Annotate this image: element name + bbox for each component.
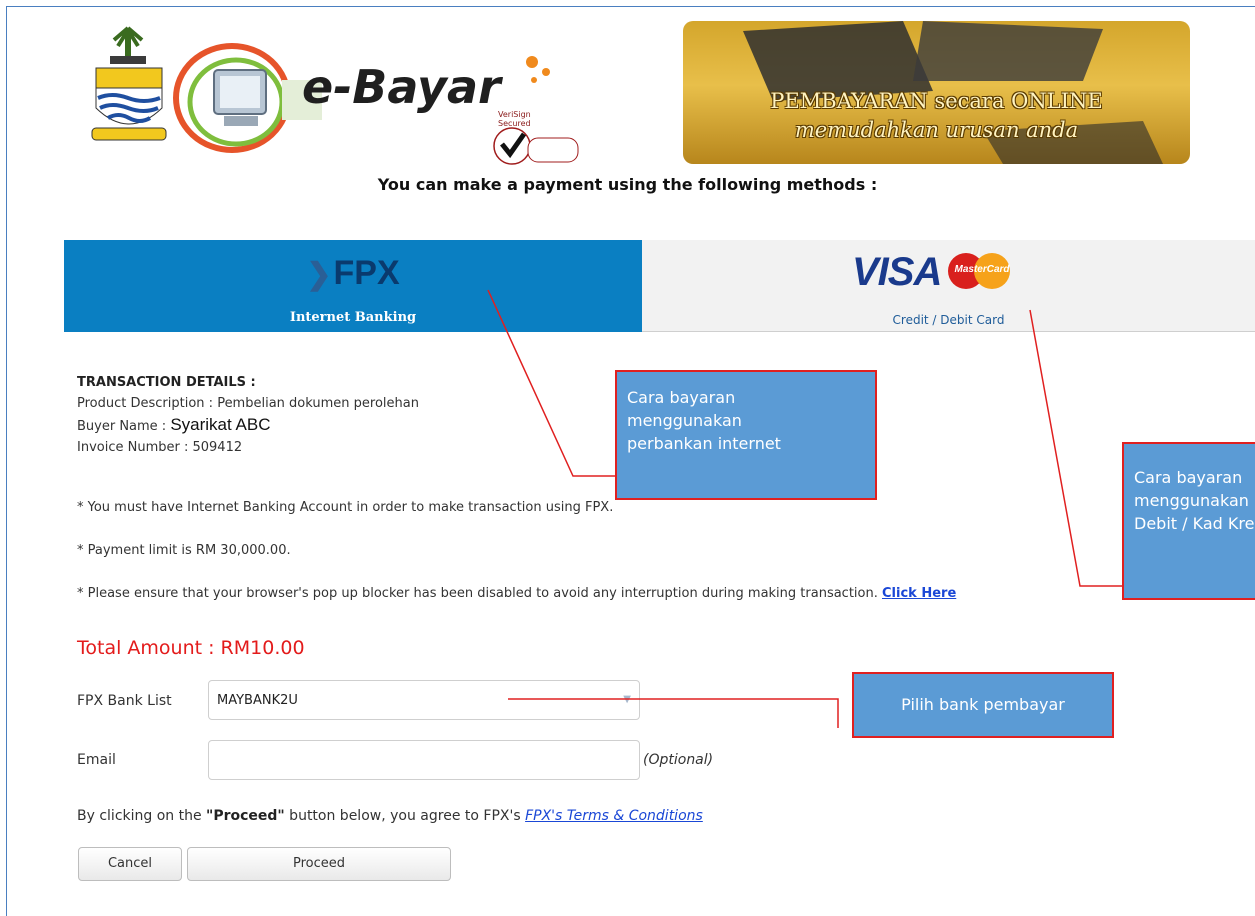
terms-agreement-text: By clicking on the "Proceed" button belo…	[77, 808, 703, 824]
agree-proceed-word: "Proceed"	[206, 808, 285, 824]
fpx-logo-text: FPX	[333, 254, 400, 292]
terms-conditions-link[interactable]: FPX's Terms & Conditions	[525, 808, 703, 824]
penang-crest-logo	[91, 26, 167, 141]
callout-card-line-2: menggunakan Kad	[1134, 491, 1255, 510]
note-payment-limit: * Payment limit is RM 30,000.00.	[77, 543, 291, 558]
invoice-number-row: Invoice Number : 509412	[77, 437, 419, 458]
bank-select-value: MAYBANK2U	[217, 693, 298, 708]
header-banner: PEMBAYARAN secara ONLINE memudahkan urus…	[683, 21, 1190, 164]
buyer-name-value: Syarikat ABC	[170, 415, 271, 434]
callout-fpx-line-2: menggunakan	[627, 411, 742, 430]
callout-fpx-line-3: perbankan internet	[627, 434, 781, 453]
visa-logo: VISA	[852, 250, 942, 294]
email-optional-label: (Optional)	[643, 752, 714, 768]
callout-bank: Pilih bank pembayar	[852, 672, 1114, 738]
tab-credit-debit-card[interactable]: VISA MasterCard Credit / Debit Card	[642, 240, 1255, 332]
product-description-label: Product Description :	[77, 396, 218, 411]
callout-fpx-line-1: Cara bayaran	[627, 388, 736, 407]
agree-prefix: By clicking on the	[77, 808, 207, 824]
total-amount: Total Amount : RM10.00	[77, 637, 305, 659]
note-popup-blocker: * Please ensure that your browser's pop …	[77, 586, 956, 601]
verisign-badge-text: VeriSign Secured	[498, 110, 531, 128]
ebayar-logo-text: e-Bayar	[302, 60, 501, 114]
click-here-link[interactable]: Click Here	[882, 586, 956, 601]
callout-card-line-3: Debit / Kad Kredit	[1134, 514, 1255, 533]
email-label: Email	[77, 752, 116, 768]
chevron-down-icon: ▼	[623, 694, 631, 705]
payment-methods-title: You can make a payment using the followi…	[377, 175, 878, 194]
product-description-value: Pembelian dokumen perolehan	[217, 396, 419, 411]
tab-card-label: Credit / Debit Card	[892, 313, 1005, 327]
callout-fpx: Cara bayaran menggunakan perbankan inter…	[615, 370, 877, 500]
transaction-details: TRANSACTION DETAILS : Product Descriptio…	[77, 372, 419, 458]
invoice-number-label: Invoice Number :	[77, 440, 193, 455]
bank-list-label: FPX Bank List	[77, 693, 172, 709]
banner-line-1: PEMBAYARAN secara ONLINE	[770, 89, 1103, 113]
banner-line-2: memudahkan urusan anda	[794, 118, 1079, 142]
note-popup-blocker-text: * Please ensure that your browser's pop …	[77, 586, 882, 601]
fpx-logo: ❯FPX	[64, 254, 642, 293]
buyer-name-row: Buyer Name : Syarikat ABC	[77, 414, 419, 437]
tab-fpx-label: Internet Banking	[289, 310, 417, 325]
proceed-button[interactable]: Proceed	[187, 847, 451, 881]
cancel-button[interactable]: Cancel	[78, 847, 182, 881]
agree-middle: button below, you agree to FPX's	[284, 808, 526, 824]
mastercard-logo-text: MasterCard	[954, 264, 1010, 275]
transaction-details-heading: TRANSACTION DETAILS :	[77, 375, 256, 390]
mastercard-logo: MasterCard	[948, 253, 1010, 289]
callout-card: Cara bayaran menggunakan Kad Debit / Kad…	[1122, 442, 1255, 600]
bank-select[interactable]: MAYBANK2U ▼	[208, 680, 640, 720]
note-internet-banking: * You must have Internet Banking Account…	[77, 500, 614, 515]
buyer-name-label: Buyer Name :	[77, 419, 171, 434]
product-description-row: Product Description : Pembelian dokumen …	[77, 393, 419, 414]
email-field[interactable]	[208, 740, 640, 780]
fpx-chevron-icon: ❯	[306, 258, 332, 291]
tab-fpx-internet-banking[interactable]: ❯FPX Internet Banking	[64, 240, 642, 332]
invoice-number-value: 509412	[192, 440, 243, 455]
callout-card-line-1: Cara bayaran	[1134, 468, 1243, 487]
